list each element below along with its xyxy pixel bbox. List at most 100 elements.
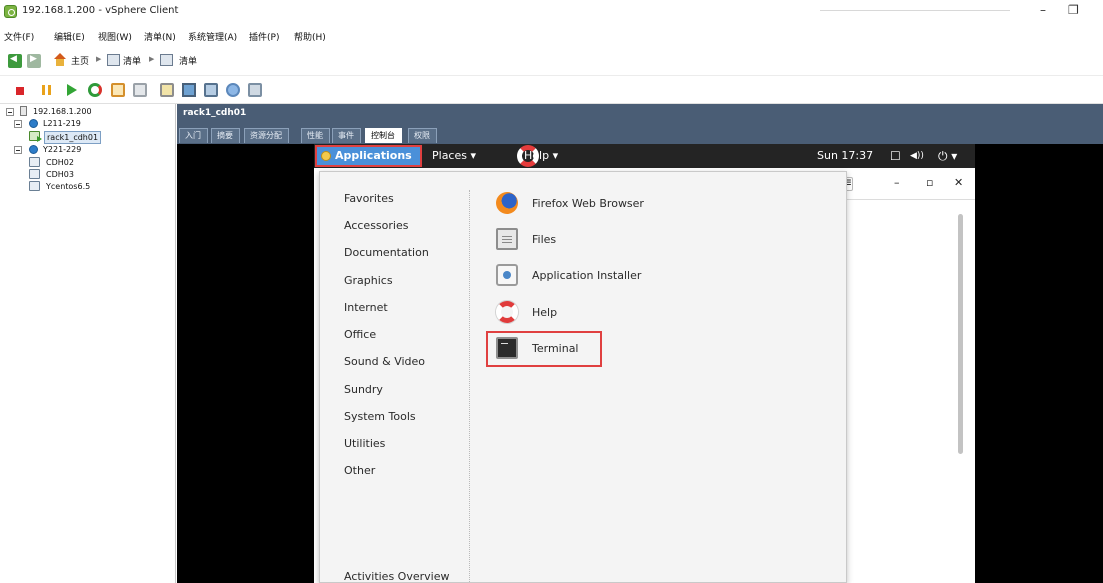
tree-label: L211-219 [43, 119, 81, 128]
tab-permissions[interactable]: 权限 [408, 128, 437, 143]
window-switcher-icon[interactable]: ☐ [890, 149, 901, 163]
vm-detail-pane: rack1_cdh01 入门 摘要 资源分配 性能 事件 控制台 权限 Appl… [177, 104, 1103, 583]
tree-label: Y221-229 [43, 145, 82, 154]
tree-item-vm-selected[interactable]: rack1_cdh01 [29, 131, 149, 144]
tab-getting-started[interactable]: 入门 [179, 128, 208, 143]
breadcrumb-arrow-icon: ▶ [96, 55, 102, 63]
menu-view[interactable]: 视图(W) [98, 30, 132, 43]
places-menu-button[interactable]: Places ▾ [432, 149, 476, 162]
category-internet[interactable]: Internet [344, 301, 388, 314]
category-sundry[interactable]: Sundry [344, 383, 383, 396]
pane-header: rack1_cdh01 入门 摘要 资源分配 性能 事件 控制台 权限 [177, 104, 1103, 144]
tree-item-host[interactable]: 192.168.1.200 [6, 106, 166, 118]
inventory-tree: 192.168.1.200 L211-219 rack1_cdh01 Y221-… [0, 104, 176, 583]
applications-menu-button[interactable]: Applications ▾ [315, 145, 422, 180]
app-files[interactable]: Files [496, 228, 686, 252]
menu-plugins[interactable]: 插件(P) [249, 30, 279, 43]
revert-snapshot-icon[interactable] [133, 83, 147, 97]
vm-icon [29, 157, 40, 167]
vsphere-app-icon [4, 5, 17, 18]
tab-summary[interactable]: 摘要 [211, 128, 240, 143]
files-icon [496, 228, 518, 250]
category-accessories[interactable]: Accessories [344, 219, 408, 232]
volume-icon[interactable]: ◀)) [910, 151, 924, 161]
window-titlebar: 192.168.1.200 - vSphere Client – ❐ [0, 0, 1103, 24]
app-application-installer[interactable]: Application Installer [496, 264, 686, 288]
tree-item-cluster[interactable]: L211-219 [14, 118, 164, 130]
minimize-button[interactable]: – [1040, 3, 1046, 17]
gnome-foot-icon [321, 151, 331, 161]
category-graphics[interactable]: Graphics [344, 274, 393, 287]
breadcrumb-arrow-icon: ▶ [149, 55, 155, 63]
menu-help[interactable]: 帮助(H) [294, 30, 326, 43]
tab-performance[interactable]: 性能 [301, 128, 330, 143]
menu-bar: 文件(F) 编辑(E) 视图(W) 清单(N) 系统管理(A) 插件(P) 帮助… [0, 24, 1103, 46]
reset-icon[interactable] [88, 83, 102, 97]
category-system-tools[interactable]: System Tools [344, 410, 416, 423]
tree-label: CDH02 [46, 158, 74, 167]
tree-label: 192.168.1.200 [33, 107, 92, 116]
titlebar-divider [820, 10, 1010, 11]
app-label: Firefox Web Browser [532, 197, 644, 210]
guest-desktop: Applications ▾ Places ▾ Help ▾ Sun 17:37… [314, 144, 975, 583]
category-office[interactable]: Office [344, 328, 376, 341]
tab-resource-allocation[interactable]: 资源分配 [244, 128, 289, 143]
power-on-icon[interactable] [67, 84, 77, 96]
forward-button[interactable] [27, 54, 41, 68]
collapse-icon[interactable] [14, 146, 22, 154]
menu-inventory[interactable]: 清单(N) [144, 30, 176, 43]
pane-title: rack1_cdh01 [183, 108, 247, 118]
menu-administration[interactable]: 系统管理(A) [188, 30, 237, 43]
background-window-scrollbar[interactable] [958, 214, 963, 454]
back-button[interactable] [8, 54, 22, 68]
breadcrumb-home[interactable]: 主页 [71, 54, 89, 67]
tab-console[interactable]: 控制台 [365, 128, 402, 143]
vm-icon [29, 169, 40, 179]
menu-edit[interactable]: 编辑(E) [54, 30, 85, 43]
power-off-icon[interactable] [16, 87, 24, 95]
app-label: Application Installer [532, 269, 642, 282]
power-menu-icon[interactable]: ⏻ ▾ [938, 149, 957, 164]
activities-overview-button[interactable]: Activities Overview [344, 570, 449, 583]
vm-console[interactable]: Applications ▾ Places ▾ Help ▾ Sun 17:37… [177, 144, 1103, 583]
connect-device-icon[interactable] [204, 83, 218, 97]
suspend-icon[interactable] [40, 83, 54, 97]
app-help[interactable]: Help [496, 301, 686, 325]
tree-item-vm[interactable]: Ycentos6.5 [29, 181, 149, 193]
firefox-icon [496, 192, 518, 214]
category-sound-video[interactable]: Sound & Video [344, 355, 425, 368]
category-other[interactable]: Other [344, 464, 375, 477]
category-documentation[interactable]: Documentation [344, 246, 429, 259]
cluster-icon [29, 145, 38, 154]
restore-button[interactable]: ❐ [1068, 3, 1079, 17]
window-minimize-button[interactable]: – [894, 176, 900, 189]
breadcrumb-inventory-1[interactable]: 清单 [123, 54, 141, 67]
vm-powered-on-icon [29, 131, 42, 142]
vmware-tools-icon[interactable] [226, 83, 240, 97]
tab-events[interactable]: 事件 [332, 128, 361, 143]
window-maximize-button[interactable]: ▫ [926, 176, 933, 189]
app-firefox[interactable]: Firefox Web Browser [496, 192, 686, 216]
migrate-icon[interactable] [248, 83, 262, 97]
breadcrumb-inventory-2[interactable]: 清单 [179, 54, 197, 67]
snapshot-manager-icon[interactable] [160, 83, 174, 97]
category-favorites[interactable]: Favorites [344, 192, 394, 205]
console-icon[interactable] [182, 83, 196, 97]
applications-dropdown: Favorites Accessories Documentation Grap… [319, 171, 847, 583]
vm-toolbar [0, 77, 1103, 103]
tree-item-vm[interactable]: CDH02 [29, 157, 149, 169]
help-icon [496, 301, 518, 323]
tree-item-vm[interactable]: CDH03 [29, 169, 149, 181]
snapshot-icon[interactable] [111, 83, 125, 97]
help-menu-button[interactable]: Help ▾ [524, 149, 558, 162]
home-icon[interactable] [53, 53, 67, 67]
category-utilities[interactable]: Utilities [344, 437, 385, 450]
window-close-button[interactable]: ✕ [954, 176, 963, 189]
app-label: Help [532, 306, 558, 319]
hosts-clusters-icon [160, 54, 173, 66]
collapse-icon[interactable] [14, 120, 22, 128]
clock[interactable]: Sun 17:37 [817, 149, 873, 162]
collapse-icon[interactable] [6, 108, 14, 116]
tree-item-cluster[interactable]: Y221-229 [14, 144, 164, 156]
menu-file[interactable]: 文件(F) [4, 30, 34, 43]
